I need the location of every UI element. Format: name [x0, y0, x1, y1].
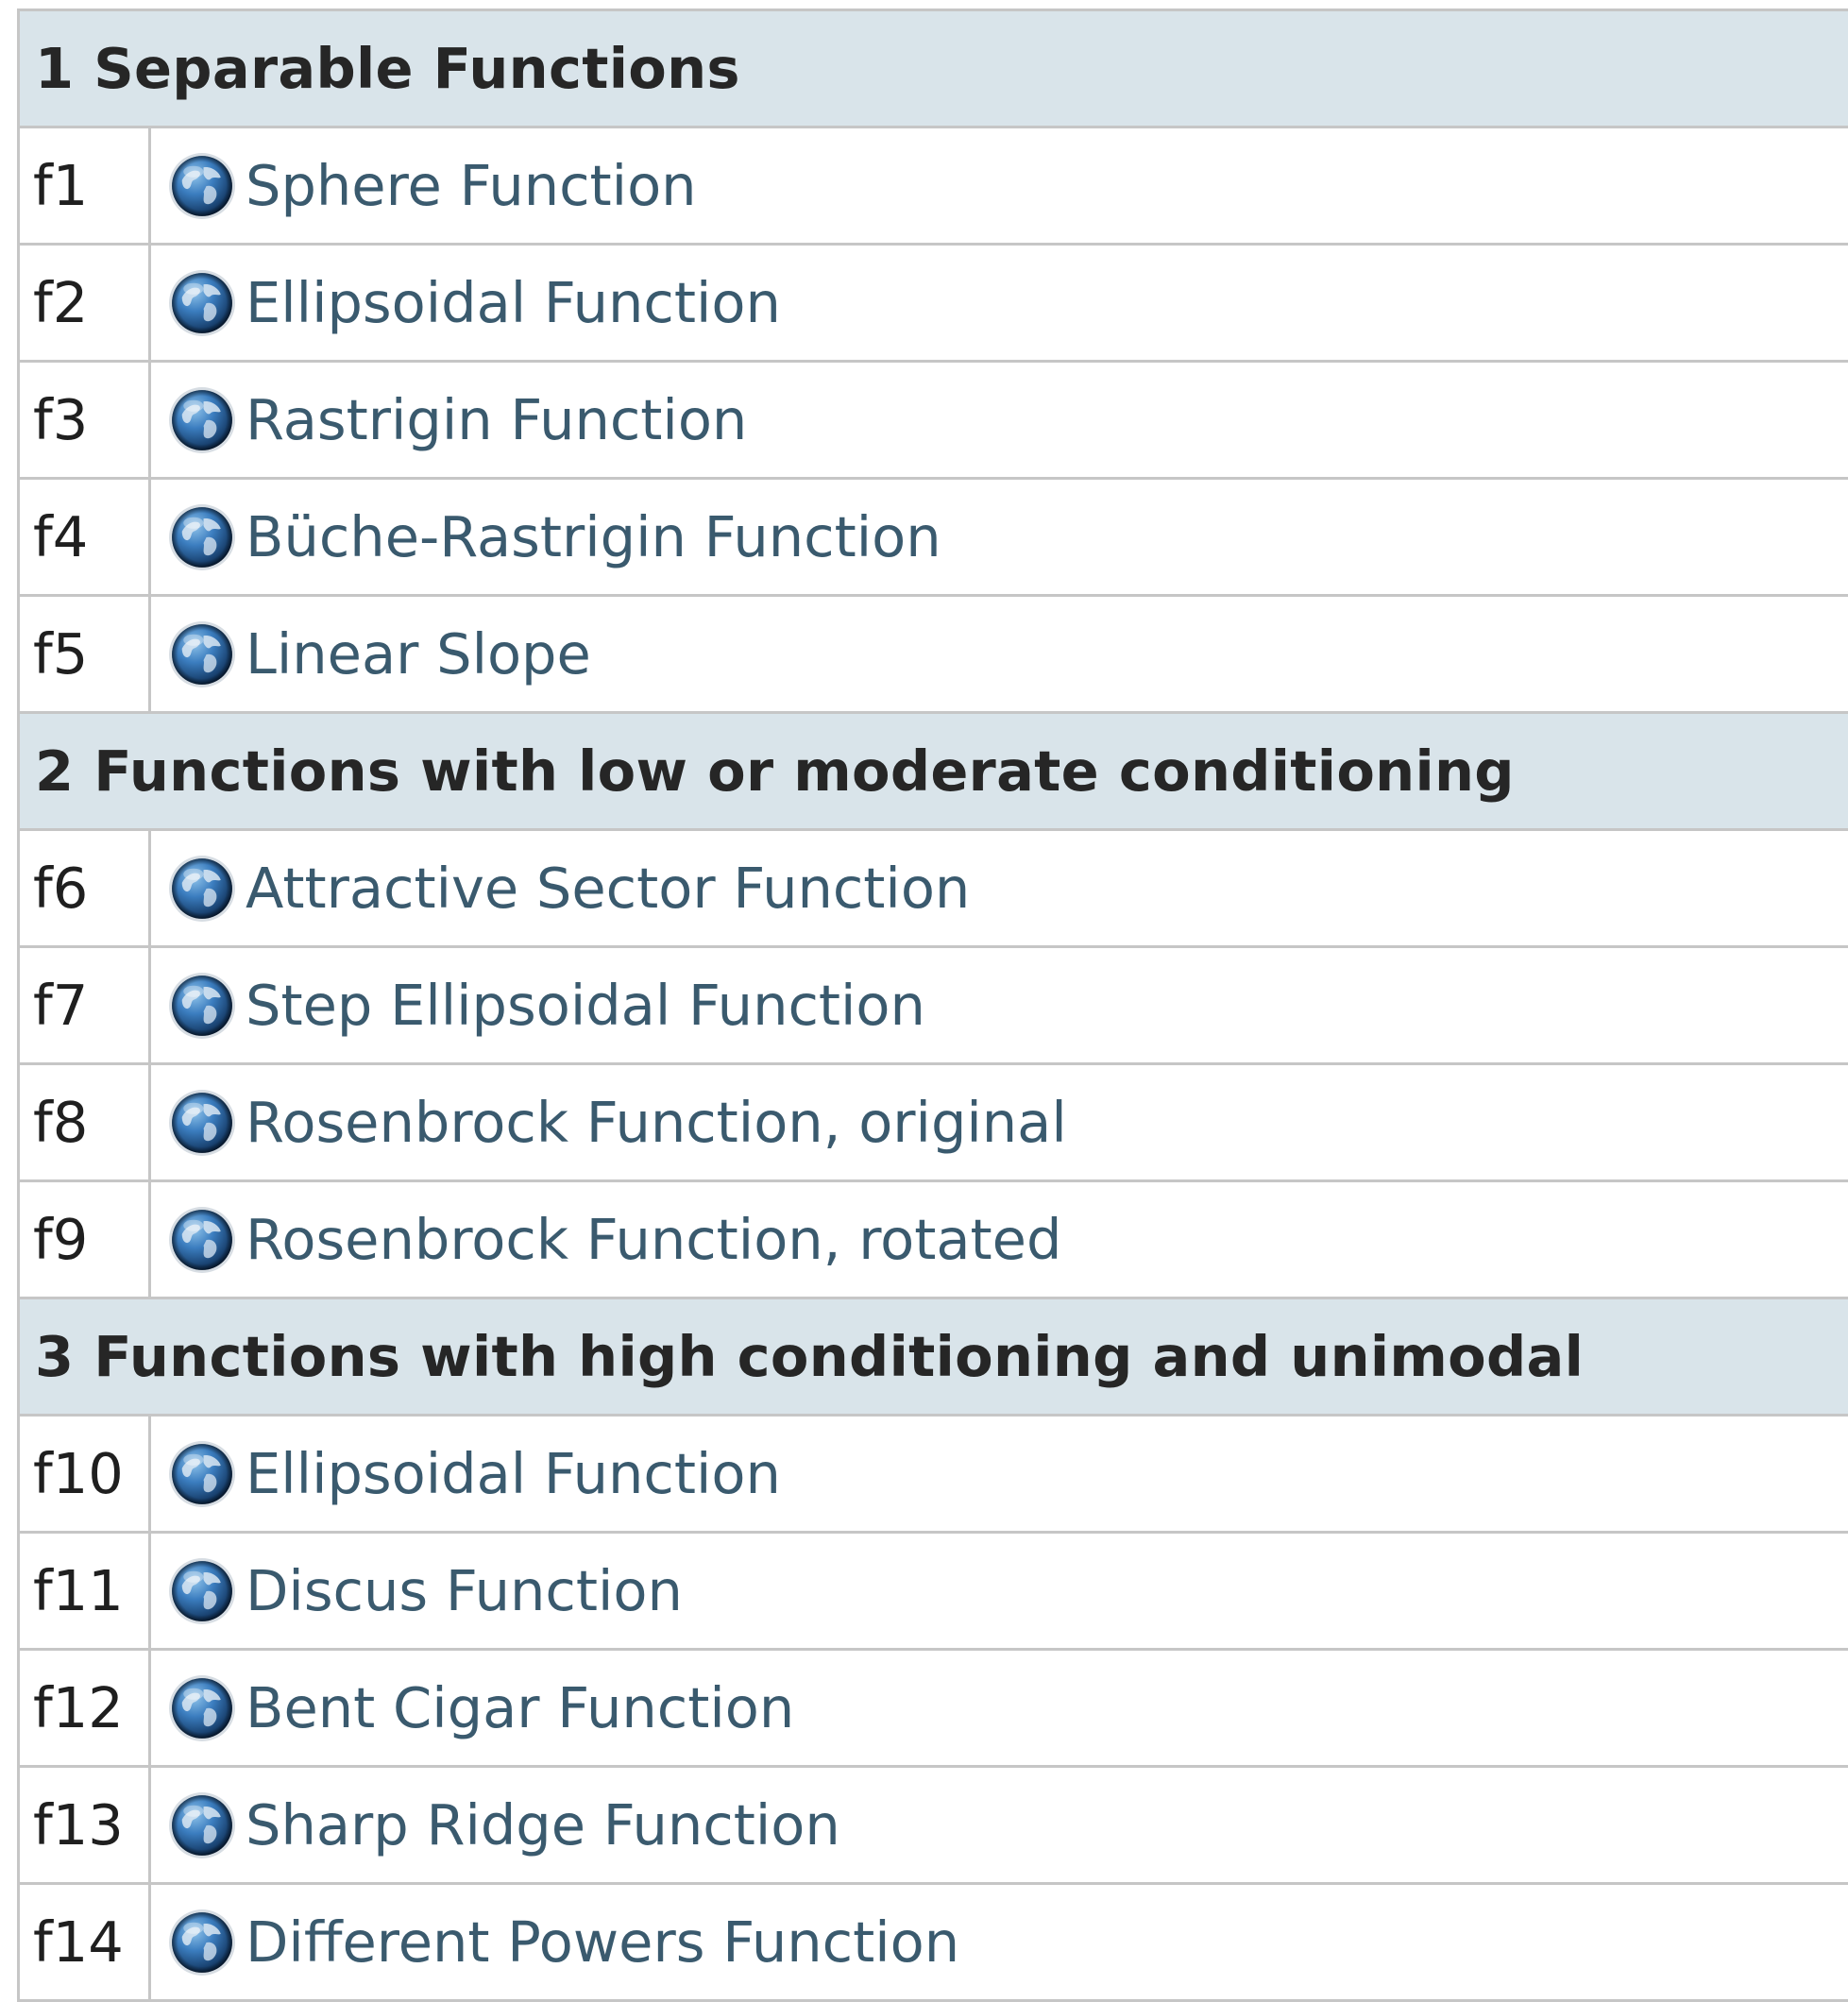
function-link[interactable]: Rastrigin Function — [166, 384, 747, 456]
table-row: f14 Different Powers Function — [20, 1885, 1848, 2002]
function-link[interactable]: Ellipsoidal Function — [166, 1438, 781, 1510]
function-name: Linear Slope — [246, 621, 591, 687]
globe-icon — [166, 1672, 238, 1744]
table-row: f4 Büche-Rastrigin Function — [20, 480, 1848, 597]
table-row: f13 Sharp Ridge Function — [20, 1768, 1848, 1885]
function-name-cell: Büche-Rastrigin Function — [151, 480, 1848, 594]
function-name-cell: Bent Cigar Function — [151, 1651, 1848, 1765]
table-row: f6 Attractive Sector Function — [20, 831, 1848, 948]
table-row: f9 Rosenbrock Function, rotated — [20, 1182, 1848, 1299]
table-row: f11 Discus Function — [20, 1534, 1848, 1651]
function-name-cell: Step Ellipsoidal Function — [151, 948, 1848, 1062]
function-name-cell: Different Powers Function — [151, 1885, 1848, 1999]
function-link[interactable]: Step Ellipsoidal Function — [166, 970, 925, 1042]
function-name: Rosenbrock Function, original — [246, 1090, 1067, 1155]
function-name: Discus Function — [246, 1558, 683, 1623]
function-link[interactable]: Sphere Function — [166, 150, 697, 222]
function-id: f2 — [20, 246, 151, 360]
function-name: Sphere Function — [246, 153, 697, 218]
function-id: f1 — [20, 128, 151, 243]
table-row: f1 Sphere Function — [20, 128, 1848, 246]
function-id: f6 — [20, 831, 151, 945]
section-header: 1 Separable Functions — [20, 11, 1848, 128]
globe-icon — [166, 1438, 238, 1510]
function-id: f14 — [20, 1885, 151, 1999]
globe-icon — [166, 1907, 238, 1978]
function-name: Rastrigin Function — [246, 387, 748, 452]
function-id: f8 — [20, 1065, 151, 1179]
table-row: f8 Rosenbrock Function, original — [20, 1065, 1848, 1182]
function-name: Bent Cigar Function — [246, 1675, 795, 1740]
function-link[interactable]: Discus Function — [166, 1555, 683, 1627]
function-name-cell: Rosenbrock Function, original — [151, 1065, 1848, 1179]
function-id: f10 — [20, 1417, 151, 1531]
globe-icon — [166, 1204, 238, 1276]
globe-icon — [166, 970, 238, 1042]
table-row: f3 Rastrigin Function — [20, 363, 1848, 480]
function-name: Ellipsoidal Function — [246, 1441, 781, 1506]
function-name-cell: Ellipsoidal Function — [151, 246, 1848, 360]
function-name: Step Ellipsoidal Function — [246, 973, 925, 1038]
function-id: f5 — [20, 597, 151, 711]
section-title: 3 Functions with high conditioning and u… — [35, 1324, 1585, 1389]
table-row: f5 Linear Slope — [20, 597, 1848, 714]
globe-icon — [166, 267, 238, 339]
globe-icon — [166, 150, 238, 222]
function-link[interactable]: Rosenbrock Function, rotated — [166, 1204, 1061, 1276]
function-name-cell: Ellipsoidal Function — [151, 1417, 1848, 1531]
function-link[interactable]: Bent Cigar Function — [166, 1672, 794, 1744]
functions-table: 1 Separable Functions f1 Sphere Function… — [17, 8, 1848, 2002]
function-name-cell: Rosenbrock Function, rotated — [151, 1182, 1848, 1297]
function-id: f12 — [20, 1651, 151, 1765]
function-link[interactable]: Rosenbrock Function, original — [166, 1087, 1067, 1159]
function-link[interactable]: Linear Slope — [166, 619, 591, 690]
function-name: Ellipsoidal Function — [246, 270, 781, 335]
function-name-cell: Discus Function — [151, 1534, 1848, 1648]
function-id: f3 — [20, 363, 151, 477]
function-id: f13 — [20, 1768, 151, 1882]
function-id: f4 — [20, 480, 151, 594]
section-title: 2 Functions with low or moderate conditi… — [35, 738, 1515, 804]
table-row: f10 Ellipsoidal Function — [20, 1417, 1848, 1534]
function-name-cell: Linear Slope — [151, 597, 1848, 711]
function-name: Attractive Sector Function — [246, 856, 971, 921]
globe-icon — [166, 853, 238, 925]
globe-icon — [166, 384, 238, 456]
function-id: f7 — [20, 948, 151, 1062]
globe-icon — [166, 619, 238, 690]
table-row: f7 Step Ellipsoidal Function — [20, 948, 1848, 1065]
section-header: 2 Functions with low or moderate conditi… — [20, 714, 1848, 831]
function-name-cell: Attractive Sector Function — [151, 831, 1848, 945]
function-link[interactable]: Different Powers Function — [166, 1907, 959, 1978]
table-row: f12 Bent Cigar Function — [20, 1651, 1848, 1768]
section-header: 3 Functions with high conditioning and u… — [20, 1299, 1848, 1417]
function-name: Sharp Ridge Function — [246, 1792, 840, 1858]
table-row: f2 Ellipsoidal Function — [20, 246, 1848, 363]
function-link[interactable]: Ellipsoidal Function — [166, 267, 781, 339]
globe-icon — [166, 1790, 238, 1861]
function-name: Different Powers Function — [246, 1909, 960, 1975]
function-name: Rosenbrock Function, rotated — [246, 1207, 1062, 1272]
globe-icon — [166, 501, 238, 573]
globe-icon — [166, 1087, 238, 1159]
function-id: f11 — [20, 1534, 151, 1648]
function-id: f9 — [20, 1182, 151, 1297]
function-name: Büche-Rastrigin Function — [246, 504, 941, 569]
function-link[interactable]: Attractive Sector Function — [166, 853, 970, 925]
function-name-cell: Sphere Function — [151, 128, 1848, 243]
function-name-cell: Sharp Ridge Function — [151, 1768, 1848, 1882]
function-name-cell: Rastrigin Function — [151, 363, 1848, 477]
function-link[interactable]: Büche-Rastrigin Function — [166, 501, 941, 573]
function-link[interactable]: Sharp Ridge Function — [166, 1790, 840, 1861]
globe-icon — [166, 1555, 238, 1627]
section-title: 1 Separable Functions — [35, 36, 740, 101]
